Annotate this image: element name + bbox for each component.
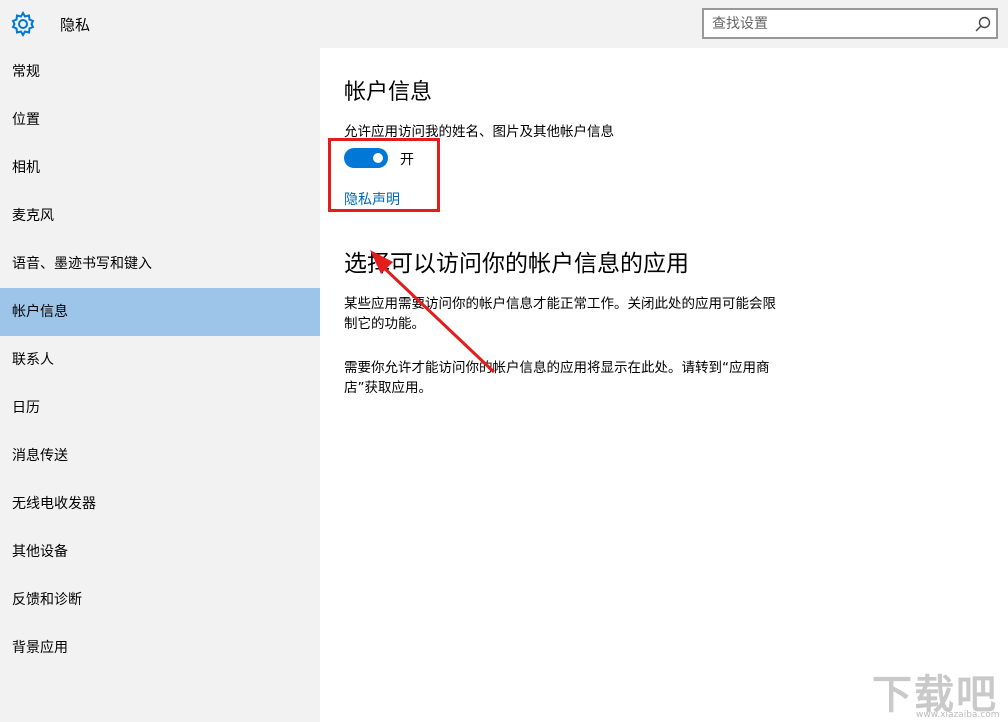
sidebar-item-camera[interactable]: 相机 bbox=[0, 144, 320, 192]
sidebar-item-feedback-diagnostics[interactable]: 反馈和诊断 bbox=[0, 576, 320, 624]
sidebar: 常规 位置 相机 麦克风 语音、墨迹书写和键入 帐户信息 联系人 日历 消息传送… bbox=[0, 48, 320, 722]
sidebar-item-messaging[interactable]: 消息传送 bbox=[0, 432, 320, 480]
sidebar-item-general[interactable]: 常规 bbox=[0, 48, 320, 96]
description-text-1: 某些应用需要访问你的帐户信息才能正常工作。关闭此处的应用可能会限制它的功能。 bbox=[344, 296, 776, 332]
main-content: 帐户信息 允许应用访问我的姓名、图片及其他帐户信息 开 隐私声明 选择可以访问你… bbox=[320, 48, 1008, 722]
watermark-url: www.xiazaiba.com bbox=[916, 710, 1000, 720]
page-title: 隐私 bbox=[60, 16, 91, 34]
sidebar-item-calendar[interactable]: 日历 bbox=[0, 384, 320, 432]
gear-icon[interactable] bbox=[10, 11, 36, 37]
search-icon[interactable] bbox=[974, 15, 992, 33]
title-bar: 隐私 bbox=[0, 0, 1008, 48]
search-box[interactable] bbox=[702, 8, 998, 39]
sidebar-item-contacts[interactable]: 联系人 bbox=[0, 336, 320, 384]
annotation-highlight-box bbox=[328, 138, 440, 212]
sidebar-item-account-info[interactable]: 帐户信息 bbox=[0, 288, 320, 336]
sidebar-item-radios[interactable]: 无线电收发器 bbox=[0, 480, 320, 528]
description-text-2: 需要你允许才能访问你的帐户信息的应用将显示在此处。请转到“应用商店”获取应用。 bbox=[344, 360, 770, 396]
choose-apps-heading: 选择可以访问你的帐户信息的应用 bbox=[344, 251, 689, 277]
sidebar-item-speech-inking-typing[interactable]: 语音、墨迹书写和键入 bbox=[0, 240, 320, 288]
search-input[interactable] bbox=[704, 10, 966, 37]
sidebar-item-background-apps[interactable]: 背景应用 bbox=[0, 624, 320, 672]
sidebar-item-location[interactable]: 位置 bbox=[0, 96, 320, 144]
sidebar-item-microphone[interactable]: 麦克风 bbox=[0, 192, 320, 240]
allow-access-label: 允许应用访问我的姓名、图片及其他帐户信息 bbox=[344, 124, 614, 140]
watermark-logo: 下载吧 www.xiazaiba.com bbox=[872, 660, 1004, 720]
section-heading: 帐户信息 bbox=[344, 80, 433, 105]
sidebar-item-other-devices[interactable]: 其他设备 bbox=[0, 528, 320, 576]
